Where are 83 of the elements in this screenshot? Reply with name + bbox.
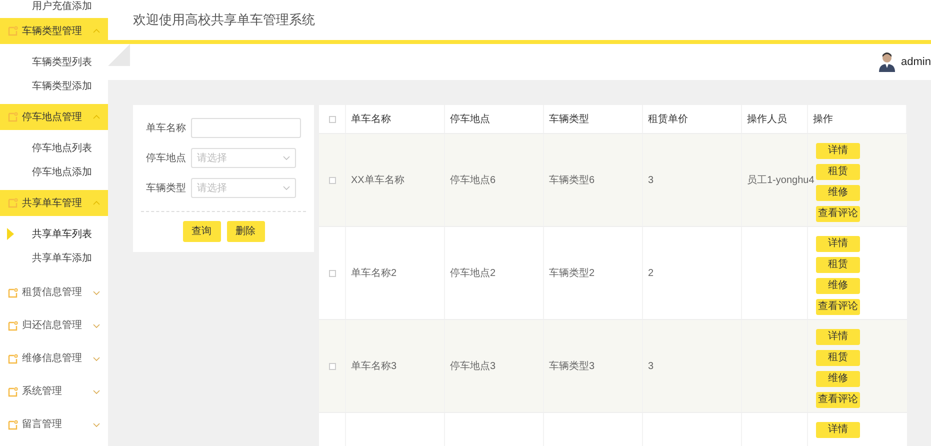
checkbox[interactable] xyxy=(328,270,336,276)
chevron-up-icon xyxy=(93,29,100,33)
action-button[interactable]: 详情 xyxy=(816,422,860,438)
field-label: 停车地点 xyxy=(145,152,187,166)
table-cell-text: 车辆类型6 xyxy=(549,174,595,188)
sidebar-item[interactable]: 停车地点列表 xyxy=(0,136,108,160)
sidebar-group[interactable]: 共享单车管理 xyxy=(0,190,108,216)
action-button[interactable]: 维修 xyxy=(816,185,860,201)
action-button[interactable]: 详情 xyxy=(816,143,860,159)
group-label: 租赁信息管理 xyxy=(22,286,83,300)
action-button[interactable]: 查看评论 xyxy=(816,392,860,408)
column-header: 租赁单价 xyxy=(643,105,742,133)
note-icon xyxy=(8,320,18,330)
form-button[interactable]: 查询 xyxy=(182,221,220,242)
field-label: 车辆类型 xyxy=(145,182,187,196)
column-header: 操作人员 xyxy=(742,105,808,133)
note-icon xyxy=(8,112,18,122)
folded-corner-icon xyxy=(108,44,130,66)
checkbox[interactable] xyxy=(328,116,336,122)
text-field[interactable] xyxy=(191,118,301,138)
chevron-down-icon xyxy=(93,422,100,426)
chevron-down-icon xyxy=(93,324,100,328)
note-icon xyxy=(8,354,18,364)
column-header: 车辆类型 xyxy=(544,105,643,133)
table-cell-text: 单车名称2 xyxy=(351,266,397,280)
table-cell-text: 单车名称3 xyxy=(351,360,397,374)
note-icon xyxy=(8,386,18,396)
group-label: 维修信息管理 xyxy=(22,352,83,366)
sidebar-group[interactable]: 停车地点管理 xyxy=(0,104,108,130)
action-button[interactable]: 查看评论 xyxy=(816,299,860,315)
group-label: 留言管理 xyxy=(22,418,63,432)
group-label: 归还信息管理 xyxy=(22,318,83,333)
checkbox[interactable] xyxy=(328,176,336,184)
sidebar-item[interactable]: 用户充值添加 xyxy=(0,0,108,18)
sidebar-item[interactable]: 共享单车列表 xyxy=(0,222,108,246)
action-button[interactable]: 维修 xyxy=(816,371,860,387)
table-cell-text: 停车地点2 xyxy=(450,266,496,280)
note-icon xyxy=(8,420,18,430)
table-cell-text: 3 xyxy=(648,174,654,188)
selected-arrow-icon xyxy=(7,228,14,240)
field-label: 单车名称 xyxy=(145,122,187,136)
chevron-down-icon xyxy=(283,186,290,190)
table-cell-text: 停车地点3 xyxy=(450,360,496,374)
action-button[interactable]: 租赁 xyxy=(816,164,860,180)
checkbox[interactable] xyxy=(328,362,336,370)
group-label: 车辆类型管理 xyxy=(22,24,83,38)
sidebar-item[interactable]: 车辆类型列表 xyxy=(0,50,108,74)
action-button[interactable]: 详情 xyxy=(816,236,860,252)
form-button[interactable]: 删除 xyxy=(226,221,264,242)
table-cell-text: 车辆类型2 xyxy=(549,266,595,280)
chevron-down-icon xyxy=(283,156,290,160)
note-icon xyxy=(8,288,18,298)
note-icon xyxy=(8,198,18,208)
username[interactable]: admin xyxy=(901,54,931,70)
chevron-down-icon xyxy=(93,356,100,360)
chevron-down-icon xyxy=(93,290,100,294)
chevron-up-icon xyxy=(93,201,100,205)
table-cell-text: 停车地点6 xyxy=(450,174,496,188)
avatar-icon[interactable] xyxy=(878,52,896,72)
action-button[interactable]: 详情 xyxy=(816,329,860,345)
sidebar-group[interactable]: 车辆类型管理 xyxy=(0,18,108,44)
sidebar-item[interactable]: 停车地点添加 xyxy=(0,160,108,184)
note-icon xyxy=(8,26,18,36)
sidebar-item[interactable]: 车辆类型添加 xyxy=(0,74,108,98)
sidebar-item[interactable]: 共享单车添加 xyxy=(0,246,108,270)
action-button[interactable]: 维修 xyxy=(816,278,860,294)
table-cell-text: 2 xyxy=(648,266,654,280)
action-button[interactable]: 租赁 xyxy=(816,350,860,366)
table-cell-text: 车辆类型3 xyxy=(549,360,595,374)
chevron-up-icon xyxy=(93,115,100,119)
action-button[interactable]: 租赁 xyxy=(816,257,860,273)
action-button[interactable]: 查看评论 xyxy=(816,206,860,222)
group-label: 系统管理 xyxy=(22,384,63,399)
chevron-down-icon xyxy=(93,390,100,394)
table-cell-text: 员工1-yonghu4 xyxy=(747,174,814,188)
group-label: 共享单车管理 xyxy=(22,196,83,210)
column-header: 停车地点 xyxy=(445,105,544,133)
window-title: 欢迎使用高校共享单车管理系统 xyxy=(133,11,315,30)
table-cell-text: XX单车名称 xyxy=(351,174,404,188)
column-header: 单车名称 xyxy=(346,105,445,133)
group-label: 停车地点管理 xyxy=(22,110,83,124)
table-cell-text: 3 xyxy=(648,360,654,374)
column-header: 操作 xyxy=(808,105,907,133)
